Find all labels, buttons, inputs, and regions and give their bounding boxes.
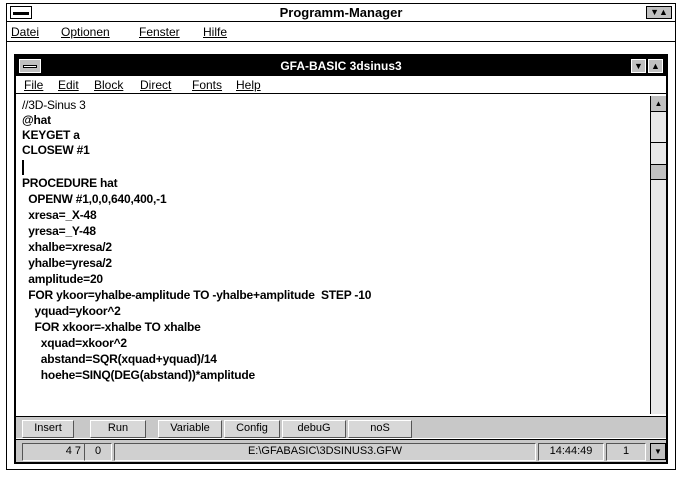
gfa-menubar: File Edit Block Direct Fonts Help (16, 76, 666, 94)
gfa-window-title: GFA-BASIC 3dsinus3 (280, 59, 402, 73)
status-file-path: E:\GFABASIC\3DSINUS3.GFW (114, 443, 536, 461)
gfa-titlebar[interactable]: GFA-BASIC 3dsinus3 ▼ ▲ (16, 56, 666, 76)
code-line: amplitude=20 (22, 272, 103, 286)
code-line: xresa=_X-48 (22, 208, 97, 222)
status-line-number: 4 7 (22, 443, 88, 461)
maximize-icon[interactable]: ▲ (648, 59, 663, 73)
menu-file[interactable]: File (24, 77, 43, 93)
function-toolbar: Insert Run Variable Config debuG noS (16, 416, 666, 438)
menu-help[interactable]: Help (236, 77, 261, 93)
code-line: //3D-Sinus 3 (22, 98, 86, 112)
scroll-up-arrow-icon[interactable]: ▲ (651, 96, 666, 112)
program-manager-titlebar[interactable]: Programm-Manager ▼▲ (6, 3, 676, 22)
program-manager-title: Programm-Manager (279, 5, 403, 20)
status-page: 1 (606, 443, 646, 461)
menu-edit[interactable]: Edit (58, 77, 79, 93)
text-cursor (22, 160, 24, 175)
pm-menu-fenster[interactable]: Fenster (139, 24, 180, 40)
run-button[interactable]: Run (90, 420, 146, 438)
code-line: @hat (22, 113, 51, 127)
code-line: xquad=xkoor^2 (22, 336, 127, 350)
code-line: FOR ykoor=yhalbe-amplitude TO -yhalbe+am… (22, 288, 372, 302)
code-line: FOR xkoor=-xhalbe TO xhalbe (22, 320, 201, 334)
code-line: PROCEDURE hat (22, 176, 118, 190)
gfa-basic-window: GFA-BASIC 3dsinus3 ▼ ▲ File Edit Block D… (14, 54, 668, 464)
status-column: 0 (84, 443, 112, 461)
pm-minmax-icon[interactable]: ▼▲ (646, 6, 672, 19)
insert-button[interactable]: Insert (22, 420, 74, 438)
menu-direct[interactable]: Direct (140, 77, 171, 93)
scroll-track-divider (651, 142, 666, 143)
code-line: KEYGET a (22, 128, 80, 142)
pm-menu-optionen[interactable]: Optionen (61, 24, 110, 40)
code-line: yquad=ykoor^2 (22, 304, 121, 318)
config-button[interactable]: Config (224, 420, 280, 438)
code-editor[interactable]: //3D-Sinus 3 @hat KEYGET a CLOSEW #1 PRO… (18, 96, 646, 414)
vertical-scrollbar[interactable]: ▲ (650, 96, 666, 414)
code-line: hoehe=SINQ(DEG(abstand))*amplitude (22, 368, 256, 382)
code-line: yhalbe=yresa/2 (22, 256, 112, 270)
code-line: abstand=SQR(xquad+yquad)/14 (22, 352, 217, 366)
scroll-thumb[interactable] (651, 164, 666, 180)
program-manager-menubar: Datei Optionen Fenster Hilfe (6, 22, 676, 42)
nos-button[interactable]: noS (348, 420, 412, 438)
status-time: 14:44:49 (538, 443, 604, 461)
status-bar: 4 7 0 E:\GFABASIC\3DSINUS3.GFW 14:44:49 … (16, 439, 666, 462)
code-line: xhalbe=xresa/2 (22, 240, 112, 254)
menu-fonts[interactable]: Fonts (192, 77, 222, 93)
debug-button[interactable]: debuG (282, 420, 346, 438)
variable-button[interactable]: Variable (158, 420, 222, 438)
menu-block[interactable]: Block (94, 77, 123, 93)
code-line: CLOSEW #1 (22, 143, 90, 157)
code-line: OPENW #1,0,0,640,400,-1 (22, 192, 167, 206)
scroll-down-arrow-icon[interactable]: ▼ (650, 443, 666, 460)
pm-menu-datei[interactable]: Datei (11, 24, 39, 40)
pm-menu-hilfe[interactable]: Hilfe (203, 24, 227, 40)
code-line: yresa=_Y-48 (22, 224, 96, 238)
minimize-icon[interactable]: ▼ (631, 59, 646, 73)
